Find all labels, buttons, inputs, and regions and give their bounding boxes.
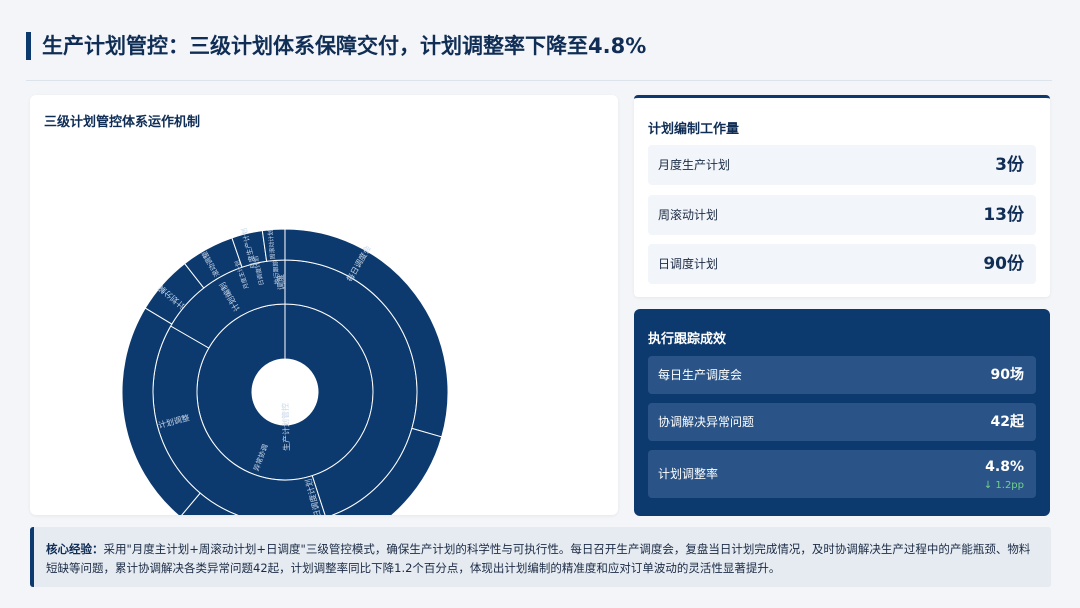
workload-title: 计划编制工作量 xyxy=(648,122,740,137)
workload-label: 月度生产计划 xyxy=(658,158,731,172)
execution-value: 4.8% xyxy=(985,459,1024,475)
sunburst-inner-ring xyxy=(196,303,374,481)
execution-row-adjust-rate: 计划调整率 4.8% ↓ 1.2pp xyxy=(648,450,1036,498)
note-text: 采用"月度主计划+周滚动计划+日调度"三级管控模式，确保生产计划的科学性与可执行… xyxy=(46,542,1031,575)
title-accent-bar xyxy=(26,32,31,60)
workload-row-weekly: 周滚动计划 13份 xyxy=(648,195,1036,235)
note-label: 核心经验： xyxy=(46,542,104,556)
key-experience-note: 核心经验：采用"月度主计划+周滚动计划+日调度"三级管控模式，确保生产计划的科学… xyxy=(30,527,1051,587)
workload-panel: 计划编制工作量 月度生产计划 3份 周滚动计划 13份 日调度计划 90份 xyxy=(634,95,1050,297)
execution-value: 42起 xyxy=(990,414,1024,430)
execution-label: 计划调整率 xyxy=(658,467,719,481)
workload-label: 日调度计划 xyxy=(658,257,719,271)
sunburst-center-label: 生产计划管控 xyxy=(280,403,292,451)
sunburst-label: 执行跟踪 xyxy=(271,260,281,285)
sunburst-panel: 三级计划管控体系运作机制 生产计划管控 日调度计划 计划调整 计划编制 调度 每日调度会计… xyxy=(30,95,618,515)
sunburst-chart: 生产计划管控日调度计划计划调整计划编制 调度 每日调度会计划分解滚动调整 月度生产计划… xyxy=(121,227,449,515)
execution-row-issues: 协调解决异常问题 42起 xyxy=(648,403,1036,441)
execution-title: 执行跟踪成效 xyxy=(648,332,727,347)
execution-label: 每日生产调度会 xyxy=(658,368,743,382)
workload-row-daily: 日调度计划 90份 xyxy=(648,244,1036,284)
workload-label: 周滚动计划 xyxy=(658,208,719,222)
execution-label: 协调解决异常问题 xyxy=(658,415,755,429)
down-arrow-delta: ↓ 1.2pp xyxy=(983,480,1024,491)
page-header: 生产计划管控：三级计划体系保障交付，计划调整率下降至4.8% xyxy=(26,28,1052,64)
page-title: 生产计划管控：三级计划体系保障交付，计划调整率下降至4.8% xyxy=(42,34,647,58)
workload-value: 90份 xyxy=(983,254,1024,274)
execution-row-meetings: 每日生产调度会 90场 xyxy=(648,356,1036,394)
workload-row-monthly: 月度生产计划 3份 xyxy=(648,145,1036,185)
workload-value: 13份 xyxy=(983,205,1024,225)
execution-panel: 执行跟踪成效 每日生产调度会 90场 协调解决异常问题 42起 计划调整率 4.… xyxy=(634,309,1050,516)
header-divider xyxy=(26,80,1052,81)
workload-value: 3份 xyxy=(995,155,1024,175)
execution-value: 90场 xyxy=(990,367,1024,383)
